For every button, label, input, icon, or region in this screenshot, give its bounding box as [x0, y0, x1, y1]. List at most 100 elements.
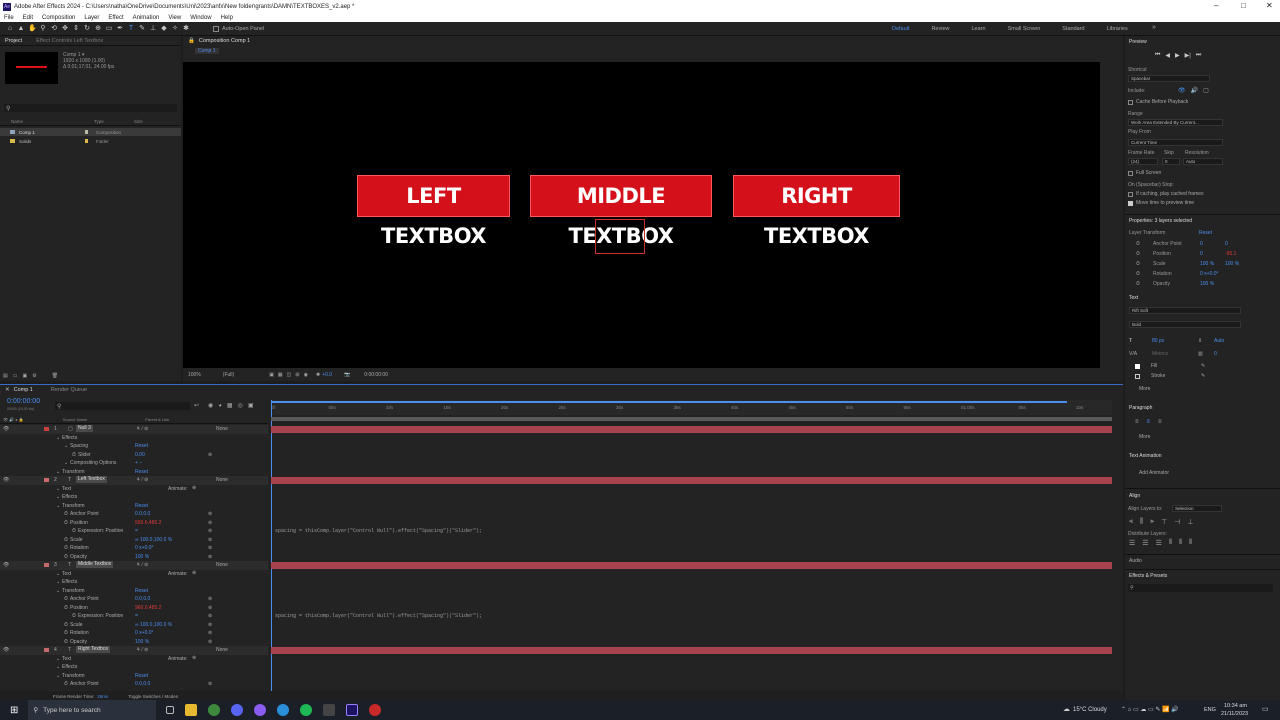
- weather-text[interactable]: 15°C Cloudy: [1073, 707, 1107, 713]
- recorder-icon[interactable]: [369, 704, 382, 716]
- chrome-icon[interactable]: [208, 704, 221, 716]
- fill-row[interactable]: Fill: [1135, 363, 1157, 369]
- tab-effect-controls[interactable]: Effect Controls Left Textbox: [36, 38, 103, 44]
- orbit-tool-icon[interactable]: ⟲: [50, 25, 58, 33]
- textbox-left[interactable]: LEFT TEXTBOX: [357, 175, 510, 248]
- stopwatch-icon[interactable]: ⏱: [1136, 241, 1140, 247]
- expand-arrow-icon[interactable]: ⏱: [64, 545, 68, 551]
- property-row[interactable]: ⏱ Opacity 100 % ⊚: [0, 553, 268, 562]
- distribute-v-center-icon[interactable]: ☰: [1142, 539, 1148, 547]
- expand-arrow-icon[interactable]: ⌄: [64, 460, 68, 466]
- mask-visibility-icon[interactable]: ◫: [287, 372, 292, 378]
- last-frame-icon[interactable]: ⏭: [1196, 52, 1201, 59]
- font-family-select[interactable]: Rift Soft: [1129, 307, 1241, 314]
- property-value[interactable]: Reset: [135, 588, 148, 594]
- play-from-select[interactable]: Current Time: [1128, 139, 1223, 146]
- layer-name[interactable]: Middle Textbox: [76, 561, 114, 568]
- property-row[interactable]: ⏱ Anchor Point 0.0,0.0 ⊚: [0, 680, 268, 689]
- expand-arrow-icon[interactable]: ⏱: [72, 613, 76, 619]
- expand-arrow-icon[interactable]: ⌄: [56, 579, 60, 585]
- property-row[interactable]: ⌄ Text Animate: ⊕: [0, 570, 268, 579]
- stopwatch-icon[interactable]: ⏱: [1136, 271, 1140, 277]
- expand-arrow-icon[interactable]: ⌄: [56, 494, 60, 500]
- expand-arrow-icon[interactable]: ⏱: [64, 520, 68, 526]
- prop-value[interactable]: 0 x+0.0°: [1200, 271, 1219, 277]
- pan-tool-icon[interactable]: ✥: [61, 25, 69, 33]
- tray-icons[interactable]: ⌃ ⌂ ▭ ☁ ▭ ✎ 📶 🔊: [1121, 706, 1179, 713]
- visibility-icon[interactable]: 👁: [3, 562, 9, 568]
- property-value[interactable]: 565.6,485.2: [135, 520, 161, 526]
- comp-canvas[interactable]: LEFT TEXTBOX MIDDLE TEXTBOX RIGHT TEXTBO…: [183, 62, 1100, 368]
- snapshot-icon[interactable]: 📷: [344, 372, 350, 378]
- eraser-tool-icon[interactable]: ◆: [160, 25, 168, 33]
- property-value[interactable]: ∞ 100.0,100.0 %: [135, 537, 172, 543]
- move-time-option[interactable]: Move time to preview time: [1128, 200, 1194, 206]
- property-value[interactable]: + −: [135, 460, 142, 466]
- link-icon[interactable]: ⊚: [208, 528, 212, 534]
- brush-tool-icon[interactable]: ✎: [138, 25, 146, 33]
- edge-icon[interactable]: [277, 704, 290, 716]
- if-caching-option[interactable]: If caching, play cached frames: [1128, 191, 1204, 197]
- align-left-icon[interactable]: ≡: [1135, 419, 1139, 425]
- expand-arrow-icon[interactable]: ⌄: [56, 503, 60, 509]
- expand-arrow-icon[interactable]: ⏱: [64, 681, 68, 687]
- property-row[interactable]: ⌄ Text Animate: ⊕: [0, 655, 268, 664]
- switch-icons[interactable]: ⚘ ⁄ ⊘: [136, 562, 148, 568]
- layer-row[interactable]: 👁 2 T Left Textbox ⚘ ⁄ ⊘ None: [0, 476, 268, 485]
- maximize-icon[interactable]: □: [1241, 1, 1246, 10]
- workspace-review[interactable]: Review: [931, 26, 949, 32]
- property-value[interactable]: 0.0,0.0: [135, 511, 150, 517]
- type-tool-icon[interactable]: T: [127, 25, 135, 33]
- property-row[interactable]: ⌄ Transform Reset: [0, 502, 268, 511]
- property-value[interactable]: 100 %: [135, 554, 149, 560]
- link-icon[interactable]: ⊚: [208, 520, 212, 526]
- layer-duration-bar[interactable]: [271, 647, 1112, 654]
- label-color[interactable]: [44, 648, 49, 652]
- label-color[interactable]: [44, 478, 49, 482]
- property-row[interactable]: ⌄ Transform Reset: [0, 587, 268, 596]
- video-toggle-icon[interactable]: 👁: [1178, 87, 1186, 94]
- expand-arrow-icon[interactable]: ⏱: [72, 528, 76, 534]
- link-icon[interactable]: ⊚: [208, 681, 212, 687]
- roto-tool-icon[interactable]: ✧: [171, 25, 179, 33]
- font-style-select[interactable]: Bold: [1129, 321, 1241, 328]
- comp-flowchart-icon[interactable]: ↩: [194, 402, 199, 409]
- property-row[interactable]: ⌄ Transform Reset: [0, 468, 268, 477]
- after-effects-icon[interactable]: [346, 704, 359, 716]
- parent-select[interactable]: None: [216, 647, 228, 653]
- menu-item-file[interactable]: File: [4, 15, 14, 21]
- link-icon[interactable]: ⊚: [208, 452, 212, 458]
- expand-arrow-icon[interactable]: ⏱: [64, 639, 68, 645]
- workspace-learn[interactable]: Learn: [971, 26, 985, 32]
- rectangle-tool-icon[interactable]: ▭: [105, 25, 113, 33]
- expand-arrow-icon[interactable]: ⌄: [56, 664, 60, 670]
- property-row[interactable]: ⏱ Expression: Position = ⊚: [0, 527, 268, 536]
- effects-search-input[interactable]: ⚲: [1128, 584, 1273, 592]
- tracking-value[interactable]: 0: [1214, 351, 1217, 357]
- property-value[interactable]: Reset: [135, 443, 148, 449]
- expand-arrow-icon[interactable]: ⌄: [56, 469, 60, 475]
- shy-icon[interactable]: ◕: [218, 403, 222, 409]
- clone-tool-icon[interactable]: ⊥: [149, 25, 157, 33]
- expand-arrow-icon[interactable]: ⏱: [64, 511, 68, 517]
- property-row[interactable]: ⌄ Transform Reset: [0, 672, 268, 681]
- distribute-right-icon[interactable]: ⦀: [1189, 539, 1192, 547]
- menu-item-layer[interactable]: Layer: [84, 15, 99, 21]
- property-row[interactable]: ⌄ Compositing Options + −: [0, 459, 268, 468]
- audio-toggle-icon[interactable]: 🔊: [1191, 87, 1198, 94]
- draft-3d-icon[interactable]: ◉: [208, 402, 213, 409]
- kerning-value[interactable]: Metrics: [1152, 351, 1168, 357]
- workspace-standard[interactable]: Standard: [1062, 26, 1084, 32]
- align-v-center-icon[interactable]: ⊣: [1174, 518, 1180, 526]
- layer-row[interactable]: 👁 4 T Right Textbox ⚘ ⁄ ⊘ None: [0, 646, 268, 655]
- property-row[interactable]: ⏱ Position 565.6,485.2 ⊚: [0, 519, 268, 528]
- exposure-icon[interactable]: ✺: [316, 372, 320, 378]
- new-comp-icon[interactable]: ▣: [22, 373, 27, 379]
- link-icon[interactable]: ⊚: [208, 511, 212, 517]
- settings-icon[interactable]: ⚙: [32, 373, 36, 379]
- textbox-right[interactable]: RIGHT TEXTBOX: [733, 175, 900, 248]
- media-player-icon[interactable]: [323, 704, 336, 716]
- expand-arrow-icon[interactable]: ⏱: [72, 452, 76, 458]
- label-color[interactable]: [44, 563, 49, 567]
- property-value[interactable]: 960.0,485.2: [135, 605, 161, 611]
